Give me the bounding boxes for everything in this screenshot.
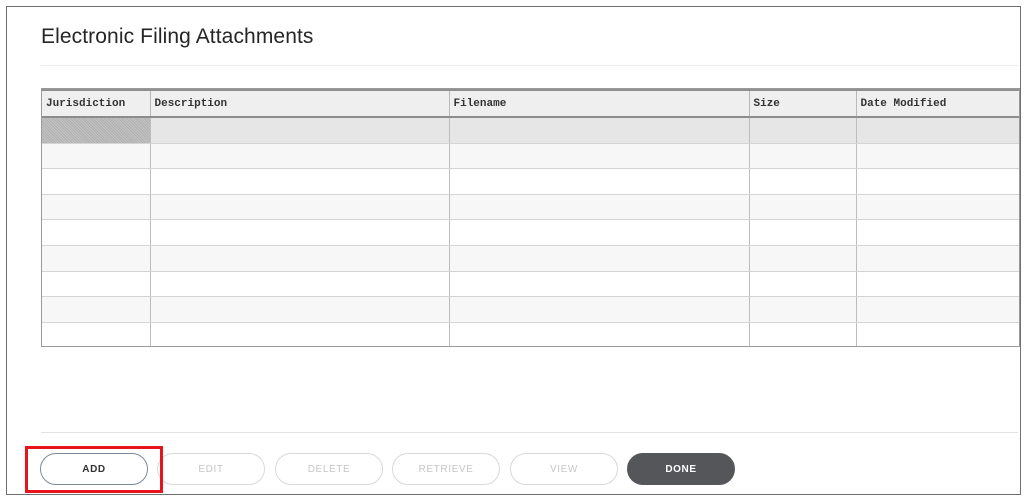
delete-button[interactable]: DELETE bbox=[275, 453, 383, 485]
table-row[interactable] bbox=[42, 143, 1019, 170]
table-cell[interactable] bbox=[856, 168, 1019, 195]
column-header-size[interactable]: Size bbox=[749, 89, 857, 118]
table-cell[interactable] bbox=[749, 117, 857, 144]
table-row[interactable] bbox=[42, 194, 1019, 221]
table-cell[interactable] bbox=[449, 219, 750, 246]
table-cell[interactable] bbox=[42, 322, 151, 346]
table-cell[interactable] bbox=[856, 194, 1019, 221]
table-cell[interactable] bbox=[42, 143, 151, 170]
table-cell[interactable] bbox=[42, 219, 151, 246]
footer-divider bbox=[41, 432, 1018, 433]
table-cell[interactable] bbox=[42, 271, 151, 298]
table-cell[interactable] bbox=[449, 194, 750, 221]
table-cell[interactable] bbox=[856, 117, 1019, 144]
table-cell[interactable] bbox=[749, 271, 857, 298]
table-cell[interactable] bbox=[449, 117, 750, 144]
table-cell[interactable] bbox=[749, 219, 857, 246]
table-cell[interactable] bbox=[856, 271, 1019, 298]
table-cell[interactable] bbox=[42, 296, 151, 323]
table-cell[interactable] bbox=[449, 296, 750, 323]
attachments-table: Jurisdiction Description Filename Size D… bbox=[41, 88, 1020, 347]
table-cell[interactable] bbox=[150, 245, 450, 272]
edit-button[interactable]: EDIT bbox=[157, 453, 265, 485]
table-cell[interactable] bbox=[449, 271, 750, 298]
table-cell[interactable] bbox=[150, 194, 450, 221]
table-cell[interactable] bbox=[749, 143, 857, 170]
table-cell[interactable] bbox=[856, 143, 1019, 170]
table-cell[interactable] bbox=[42, 168, 151, 195]
table-cell[interactable] bbox=[856, 322, 1019, 346]
column-header-date-modified[interactable]: Date Modified bbox=[856, 89, 1019, 118]
add-button-highlight-box bbox=[25, 446, 163, 493]
table-cell[interactable] bbox=[42, 245, 151, 272]
table-cell[interactable] bbox=[449, 168, 750, 195]
done-button[interactable]: DONE bbox=[627, 453, 735, 485]
column-header-description[interactable]: Description bbox=[150, 89, 450, 118]
table-row[interactable] bbox=[42, 245, 1019, 272]
table-cell[interactable] bbox=[42, 117, 151, 144]
table-row[interactable] bbox=[42, 322, 1019, 346]
column-header-filename[interactable]: Filename bbox=[449, 89, 750, 118]
table-cell[interactable] bbox=[449, 245, 750, 272]
table-cell[interactable] bbox=[749, 296, 857, 323]
table-cell[interactable] bbox=[150, 168, 450, 195]
table-cell[interactable] bbox=[150, 296, 450, 323]
table-cell[interactable] bbox=[749, 322, 857, 346]
table-cell[interactable] bbox=[150, 322, 450, 346]
table-row[interactable] bbox=[42, 168, 1019, 195]
table-cell[interactable] bbox=[856, 245, 1019, 272]
table-cell[interactable] bbox=[150, 271, 450, 298]
table-cell[interactable] bbox=[856, 219, 1019, 246]
table-cell[interactable] bbox=[856, 296, 1019, 323]
table-cell[interactable] bbox=[749, 194, 857, 221]
table-header-row: Jurisdiction Description Filename Size D… bbox=[42, 89, 1019, 118]
table-cell[interactable] bbox=[449, 143, 750, 170]
title-divider bbox=[41, 65, 1018, 66]
table-cell[interactable] bbox=[749, 168, 857, 195]
table-cell[interactable] bbox=[150, 117, 450, 144]
table-cell[interactable] bbox=[749, 245, 857, 272]
dialog-title: Electronic Filing Attachments bbox=[41, 25, 314, 48]
table-cell[interactable] bbox=[42, 194, 151, 221]
table-row[interactable] bbox=[42, 117, 1019, 144]
table-cell[interactable] bbox=[449, 322, 750, 346]
table-row[interactable] bbox=[42, 219, 1019, 246]
table-cell[interactable] bbox=[150, 143, 450, 170]
table-row[interactable] bbox=[42, 296, 1019, 323]
table-row[interactable] bbox=[42, 271, 1019, 298]
retrieve-button[interactable]: RETRIEVE bbox=[392, 453, 500, 485]
table-cell[interactable] bbox=[150, 219, 450, 246]
view-button[interactable]: VIEW bbox=[510, 453, 618, 485]
column-header-jurisdiction[interactable]: Jurisdiction bbox=[42, 89, 151, 118]
